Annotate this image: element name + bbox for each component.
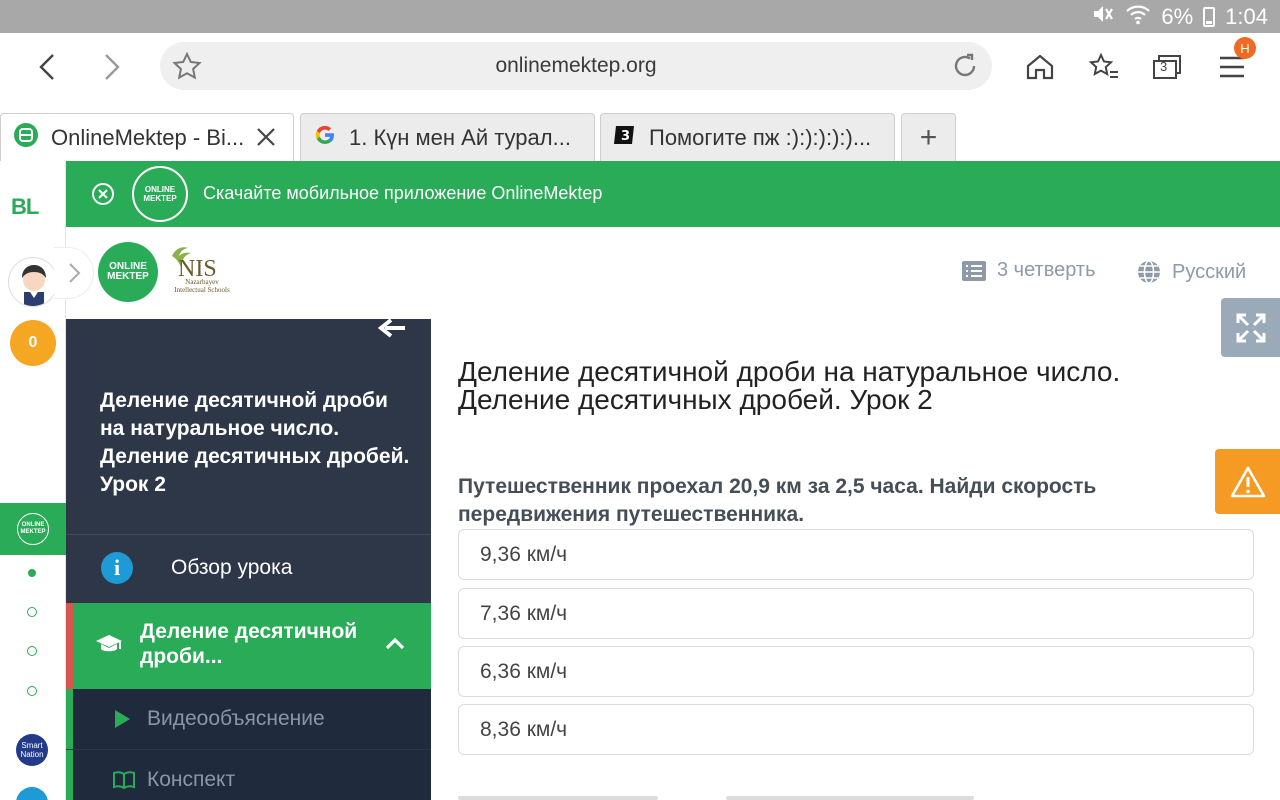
sidebar-item-label: Конспект (147, 768, 236, 791)
tab-title: OnlineMektep - Bi... (51, 124, 245, 150)
avatar[interactable] (8, 257, 58, 307)
forward-button[interactable] (92, 47, 132, 87)
tab-onlinemektep[interactable]: OnlineMektep - Bi... (0, 113, 294, 161)
nis-logo[interactable]: NIS Nazarbayev Intellectual Schools (168, 242, 230, 304)
lesson-title: Деление десятичной дроби на натуральное … (100, 389, 410, 496)
menu-badge: Н (1234, 37, 1256, 59)
sidebar-section-active[interactable]: Деление десятичной дроби... (66, 603, 431, 689)
address-bar[interactable]: onlinemektep.org (160, 42, 992, 90)
smart-nation-logo[interactable]: Smart Nation (16, 734, 48, 766)
chevron-right-icon (68, 263, 80, 283)
rail-step-dot[interactable] (28, 569, 36, 577)
google-favicon-icon (313, 123, 337, 152)
wifi-icon (1125, 3, 1151, 30)
sidebar-item-label: Деление десятичной дроби... (140, 620, 358, 668)
bookmarks-button[interactable] (1084, 47, 1124, 87)
clock: 1:04 (1225, 3, 1268, 29)
bookmark-star-icon[interactable] (172, 51, 202, 85)
onlinemektep-favicon-icon (13, 122, 39, 153)
screen: 6% 1:04 onlinemektep.org 3 Н OnlineMekte… (0, 0, 1280, 800)
url-text: onlinemektep.org (495, 54, 657, 77)
language-label: Русский (1172, 260, 1247, 283)
reload-icon[interactable] (950, 51, 980, 86)
onlinemektep-logo[interactable]: ONLINE MEKTEP (98, 242, 158, 302)
tab-count: 3 (1160, 59, 1168, 74)
bookmarks-star-list-icon (1088, 52, 1118, 78)
quarter-label: 3 четверть (997, 259, 1096, 281)
browser-toolbar: onlinemektep.org 3 Н (0, 33, 1280, 101)
sidebar-item-overview[interactable]: i Обзор урока (66, 535, 431, 603)
list-icon (962, 260, 986, 281)
rail-onlinemektep-item[interactable]: ONLINE MEKTEP (0, 503, 66, 555)
quarter-selector[interactable]: 3 четверть (961, 259, 1096, 282)
play-icon (113, 709, 131, 734)
fullscreen-button[interactable] (1221, 298, 1280, 357)
rail-step-dot[interactable] (27, 607, 37, 617)
answer-option[interactable]: 8,36 км/ч (458, 704, 1254, 755)
banner-text[interactable]: Скачайте мобильное приложение OnlineMekt… (203, 183, 602, 204)
close-tab-icon[interactable] (255, 126, 277, 153)
chevron-left-icon (39, 54, 54, 80)
info-icon: i (101, 552, 133, 584)
home-icon (1026, 54, 1054, 80)
sidebar-item-label: Видеообъяснение (147, 707, 325, 730)
tab-title: Помогите пж :):):):):)... (649, 124, 872, 150)
sidebar-item-label: Обзор урока (171, 556, 293, 579)
page-title: Деление десятичной дроби на натуральное … (458, 356, 1121, 415)
close-banner-icon[interactable] (91, 182, 115, 211)
language-selector[interactable]: Русский (1136, 259, 1246, 285)
lesson-sidebar: Деление десятичной дроби на натуральное … (66, 318, 431, 800)
new-tab-button[interactable]: + (901, 113, 956, 161)
book-icon (113, 770, 135, 795)
rail-step-dot[interactable] (27, 646, 37, 656)
status-bar: 6% 1:04 (0, 0, 1280, 33)
sidebar-subitem-video[interactable]: Видеообъяснение (66, 689, 431, 749)
battery-percent: 6% (1161, 3, 1194, 29)
back-arrow-icon[interactable] (377, 318, 407, 344)
globe-icon (1138, 260, 1160, 284)
bl-logo[interactable]: BL (11, 194, 39, 220)
app-download-banner: ONLINE MEKTEP Скачайте мобильное приложе… (66, 161, 1280, 227)
tab-google[interactable]: 1. Күн мен Ай турал... (300, 113, 595, 161)
sidebar-subitem-notes[interactable]: Конспект (66, 750, 431, 800)
home-button[interactable] (1020, 47, 1060, 87)
graduation-cap-icon (95, 633, 123, 660)
tab-znanija[interactable]: 3 Помогите пж :):):):):)... (600, 113, 895, 161)
znanija-favicon-icon: 3 (613, 123, 637, 152)
sidebar-header: Деление десятичной дроби на натуральное … (66, 318, 431, 535)
back-button[interactable] (27, 47, 67, 87)
banner-logo: ONLINE MEKTEP (130, 164, 190, 224)
rail-mini-logo: ONLINE MEKTEP (17, 513, 49, 545)
menu-button[interactable]: Н (1212, 37, 1256, 87)
rail-step-dot[interactable] (27, 686, 37, 696)
question-text: Путешественник проехал 20,9 км за 2,5 ча… (458, 475, 1097, 526)
answer-option[interactable]: 7,36 км/ч (458, 588, 1254, 639)
tab-strip: OnlineMektep - Bi... 1. Күн мен Ай турал… (0, 101, 1280, 161)
tab-title: 1. Күн мен Ай турал... (349, 124, 571, 150)
expand-arrows-icon (1236, 313, 1265, 342)
report-problem-button[interactable] (1215, 449, 1280, 514)
warning-icon (1230, 466, 1265, 497)
mute-icon (1091, 3, 1115, 30)
points-badge[interactable]: 0 (10, 320, 56, 366)
battery-icon (1203, 6, 1216, 27)
tabs-button[interactable]: 3 (1147, 47, 1187, 87)
answer-option[interactable]: 9,36 км/ч (458, 529, 1254, 580)
expand-rail-button[interactable] (54, 247, 94, 299)
chevron-right-icon (105, 54, 120, 80)
chevron-up-icon[interactable] (385, 636, 405, 655)
bottom-button-edge[interactable] (726, 796, 974, 800)
rail-help-icon[interactable] (16, 787, 48, 800)
answer-option[interactable]: 6,36 км/ч (458, 646, 1254, 697)
bottom-button-edge[interactable] (458, 796, 658, 800)
svg-text:3: 3 (621, 129, 630, 144)
